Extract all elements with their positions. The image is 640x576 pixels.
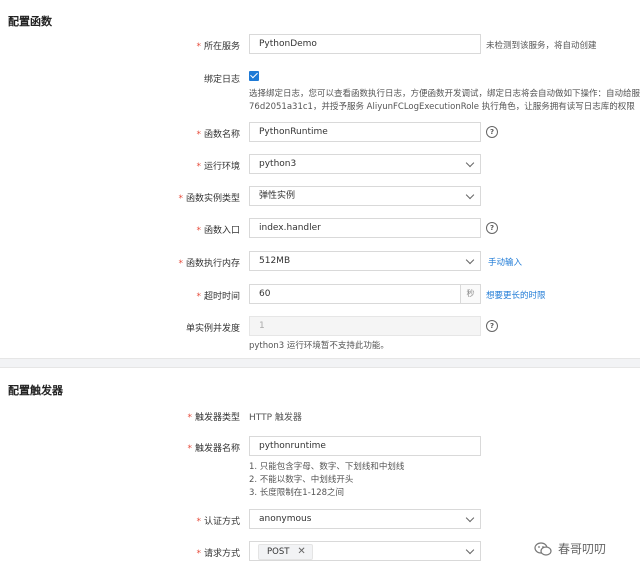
manual-input-link[interactable]: 手动输入 <box>488 256 522 268</box>
help-icon[interactable]: ? <box>486 126 498 138</box>
section-title-function: 配置函数 <box>8 15 52 28</box>
method-tag-label: POST <box>267 546 290 557</box>
function-name-input[interactable]: PythonRuntime <box>249 122 481 142</box>
section-divider <box>0 358 640 368</box>
timeout-label: * 超时时间 <box>196 292 240 302</box>
concurrency-input: 1 <box>249 316 481 336</box>
instance-type-label: * 函数实例类型 <box>178 194 240 204</box>
wechat-icon <box>534 541 552 557</box>
close-icon[interactable]: ✕ <box>297 547 305 557</box>
watermark-text: 春哥叨叨 <box>558 542 607 556</box>
timeout-unit-suffix: 秒 <box>461 284 481 304</box>
service-input[interactable]: PythonDemo <box>249 34 481 54</box>
section-title-trigger: 配置触发器 <box>8 384 63 397</box>
help-icon[interactable]: ? <box>486 320 498 332</box>
trigger-type-value: HTTP 触发器 <box>249 413 302 423</box>
service-hint: 未检测到该服务，将自动创建 <box>486 41 597 51</box>
auth-label: * 认证方式 <box>196 517 240 527</box>
concurrency-note: python3 运行环境暂不支持此功能。 <box>249 341 389 351</box>
log-description-line2: 76d2051a31c1，并授予服务 AliyunFCLogExecutionR… <box>249 102 640 112</box>
function-name-label: * 函数名称 <box>196 130 240 140</box>
watermark: 春哥叨叨 <box>534 540 606 557</box>
runtime-label: * 运行环境 <box>196 162 240 172</box>
trigger-name-rule: 2. 不能以数字、中划线开头 <box>249 475 354 485</box>
log-description-line1: 选择绑定日志，您可以查看函数执行日志，方便函数开发调试，绑定日志将会自动做如下操… <box>249 89 640 99</box>
trigger-type-label: * 触发器类型 <box>187 413 240 423</box>
method-tag-post: POST ✕ <box>258 544 313 560</box>
function-config-page: 配置函数 * 所在服务 PythonDemo 未检测到该服务，将自动创建 绑定日志… <box>0 0 640 576</box>
runtime-select[interactable]: python3 <box>249 154 481 174</box>
trigger-name-rule: 1. 只能包含字母、数字、下划线和中划线 <box>249 462 405 472</box>
help-icon[interactable]: ? <box>486 222 498 234</box>
trigger-name-rule: 3. 长度限制在1-128之间 <box>249 488 345 498</box>
instance-type-select[interactable]: 弹性实例 <box>249 186 481 206</box>
auth-select[interactable]: anonymous <box>249 509 481 529</box>
log-label: 绑定日志 <box>203 75 240 85</box>
method-label: * 请求方式 <box>196 549 240 559</box>
service-label: * 所在服务 <box>196 42 240 52</box>
longer-timeout-link[interactable]: 想要更长的时限 <box>486 289 546 301</box>
entry-input[interactable]: index.handler <box>249 218 481 238</box>
timeout-input[interactable]: 60 <box>249 284 461 304</box>
memory-select[interactable]: 512MB <box>249 251 481 271</box>
bind-log-checkbox[interactable] <box>249 71 259 81</box>
trigger-name-input[interactable]: pythonruntime <box>249 436 481 456</box>
entry-label: * 函数入口 <box>196 226 240 236</box>
memory-label: * 函数执行内存 <box>178 259 240 269</box>
concurrency-label: 单实例并发度 <box>185 324 240 334</box>
trigger-name-label: * 触发器名称 <box>187 444 240 454</box>
